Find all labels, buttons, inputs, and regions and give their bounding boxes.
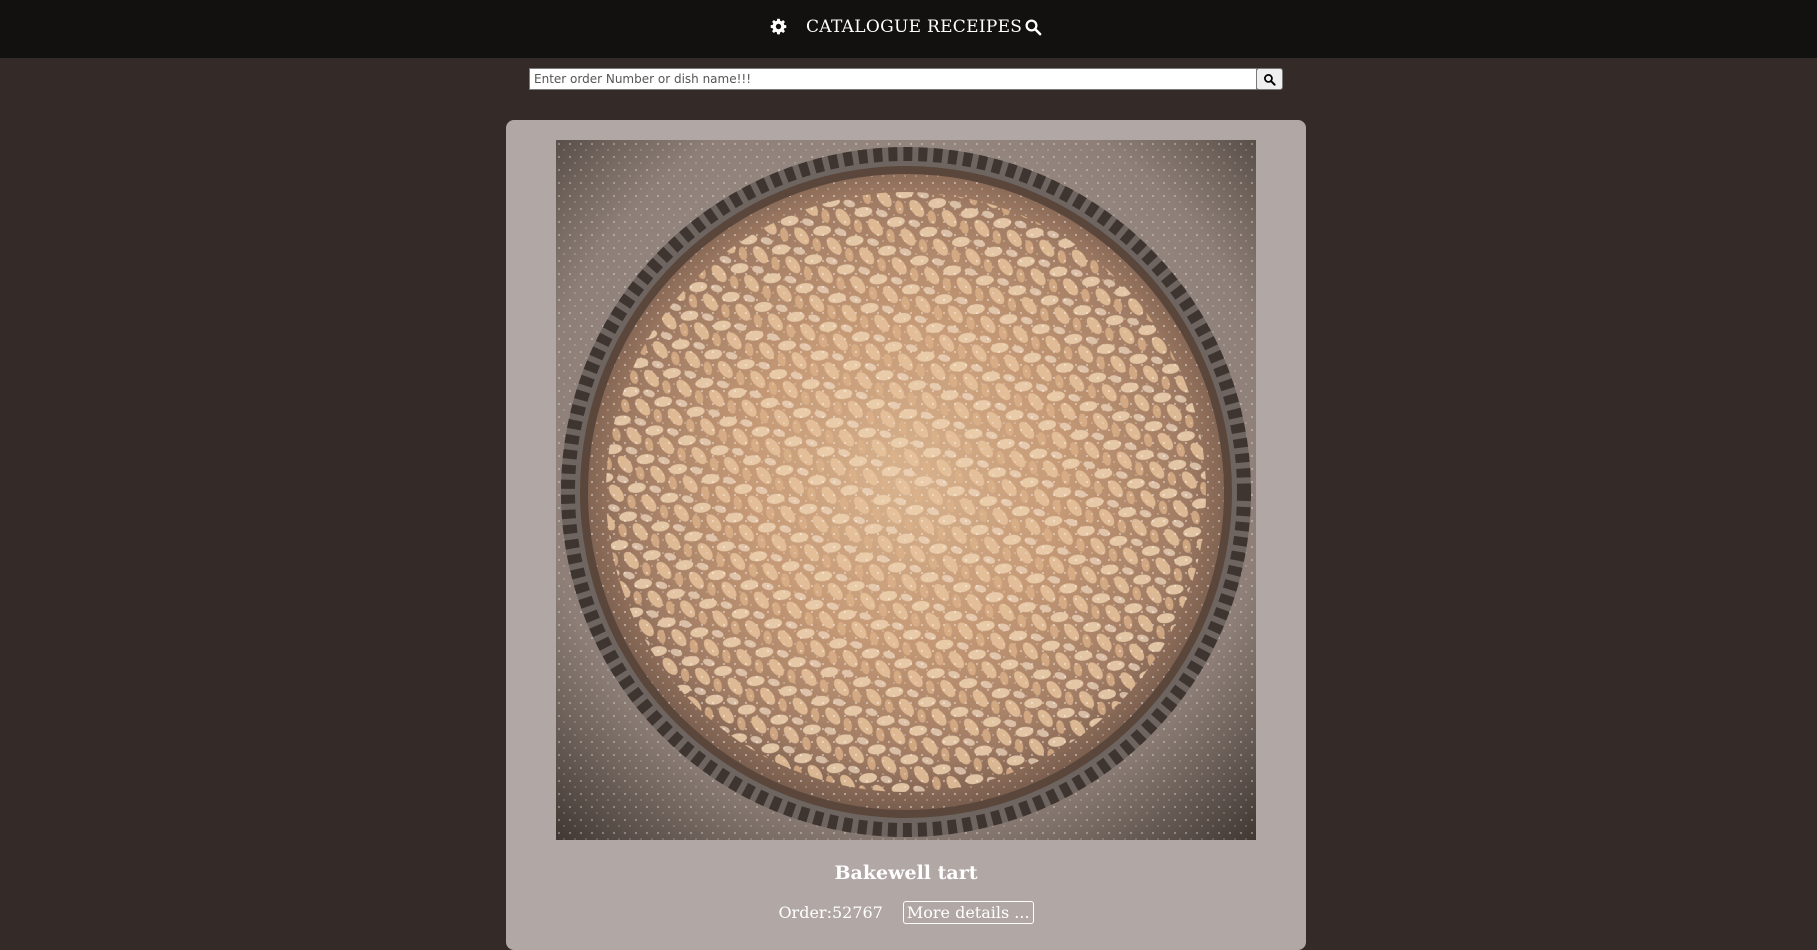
order-number: Order:52767 — [778, 903, 883, 922]
search-icon[interactable] — [1024, 18, 1042, 36]
more-details-button[interactable]: More details ... — [902, 901, 1034, 924]
gear-icon[interactable] — [770, 18, 787, 35]
app-title[interactable]: CATALOGUE RECEIPES — [806, 17, 1022, 37]
top-navbar: CATALOGUE RECEIPES — [0, 0, 1817, 58]
search-icon — [1264, 74, 1276, 86]
search-button[interactable] — [1256, 68, 1283, 90]
search-input[interactable] — [529, 68, 1257, 90]
dish-name: Bakewell tart — [834, 862, 978, 884]
recipe-card: Bakewell tart Order:52767 More details .… — [506, 120, 1306, 950]
dish-image[interactable] — [556, 140, 1256, 840]
order-row: Order:52767 More details ... — [506, 901, 1306, 924]
